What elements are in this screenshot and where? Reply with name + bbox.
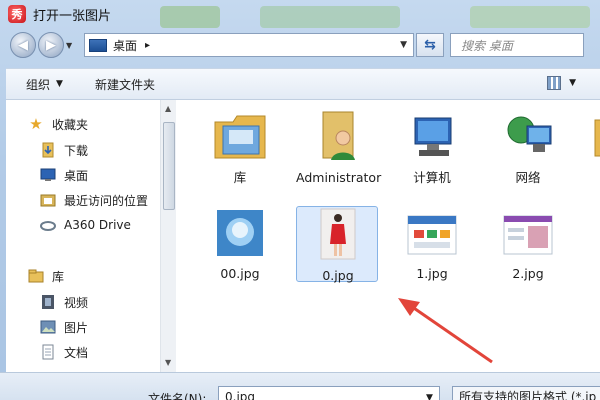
forward-button[interactable]: ▶ <box>38 32 64 58</box>
image-thumb-icon <box>320 208 356 260</box>
video-icon <box>40 294 56 310</box>
scroll-down-icon[interactable]: ▼ <box>165 358 171 367</box>
sidebar-item-label: 最近访问的位置 <box>64 193 149 208</box>
navigation-scrollbar[interactable]: ▲ ▼ <box>160 100 176 372</box>
sidebar-item-videos[interactable]: 视频 <box>40 292 88 312</box>
scroll-up-icon[interactable]: ▲ <box>165 104 171 113</box>
sidebar-item-label: 文档 <box>64 345 89 360</box>
navigation-pane: ★ 收藏夹 下载 桌面 最近访问的位置 A360 Drive 库 视频 图片 文… <box>6 100 174 372</box>
file-item-0jpg[interactable]: 0.jpg <box>296 208 380 284</box>
download-folder-icon <box>40 142 56 158</box>
file-item-label: 计算机 <box>413 170 451 185</box>
chevron-down-icon[interactable]: ▼ <box>426 393 433 400</box>
desktop-icon <box>89 38 107 52</box>
file-item-1jpg[interactable]: 1.jpg <box>390 212 474 282</box>
cloud-drive-icon <box>40 217 56 233</box>
image-thumb-icon <box>407 215 457 255</box>
sidebar-item-label: 收藏夹 <box>52 117 89 132</box>
file-list: 库 Administrator 计算机 网络 00.jpg 0.jpg 1.jp… <box>176 100 600 372</box>
user-folder-icon <box>322 111 355 160</box>
file-item-label: 库 <box>233 170 247 185</box>
navigation-row: ◀ ▶ ▼ 桌面 ▸ ▼ ⇆ 搜索 桌面 <box>0 28 600 62</box>
recent-pages-dropdown[interactable]: ▼ <box>66 41 76 50</box>
library-icon <box>28 268 44 284</box>
address-separator[interactable]: ▸ <box>145 40 150 51</box>
background-blur <box>260 6 400 28</box>
file-item-label: 00.jpg <box>220 266 260 281</box>
pictures-icon <box>40 319 56 335</box>
computer-icon <box>414 117 452 156</box>
chevron-down-icon: ▼ <box>56 79 63 89</box>
dialog-window: 秀 打开一张图片 ◀ ▶ ▼ 桌面 ▸ ▼ ⇆ 搜索 桌面 组织 ▼ 新建文件夹… <box>0 0 600 400</box>
filename-label: 文件名(N): <box>148 392 207 400</box>
filename-bar: 文件名(N): 0.jpg ▼ 所有支持的图片格式 (*.jp <box>0 372 600 400</box>
background-blur <box>160 6 220 28</box>
sidebar-item-library[interactable]: 库 <box>28 266 64 286</box>
change-view-button[interactable]: ▼ <box>547 76 576 90</box>
sidebar-item-label: 视频 <box>64 295 89 310</box>
organize-button[interactable]: 组织 ▼ <box>26 76 63 93</box>
scroll-thumb[interactable] <box>163 122 175 210</box>
folder-icon <box>594 119 600 157</box>
sidebar-item-a360[interactable]: A360 Drive <box>40 215 131 235</box>
file-item-label: 网络 <box>515 170 541 185</box>
sidebar-item-favorites[interactable]: ★ 收藏夹 <box>28 114 88 134</box>
star-icon: ★ <box>29 115 43 133</box>
window-title: 打开一张图片 <box>33 8 112 24</box>
search-input[interactable]: 搜索 桌面 <box>450 33 584 57</box>
sidebar-item-label: 库 <box>52 269 65 284</box>
file-item-new[interactable]: 新 <box>578 110 600 186</box>
file-item-computer[interactable]: 计算机 <box>390 110 474 186</box>
file-item-label: 2.jpg <box>512 266 544 281</box>
network-icon <box>507 116 552 152</box>
sidebar-item-label: A360 Drive <box>64 218 131 232</box>
file-item-administrator[interactable]: Administrator <box>296 110 382 186</box>
new-folder-label: 新建文件夹 <box>94 77 155 92</box>
sidebar-item-label: 下载 <box>64 143 89 158</box>
organize-label: 组织 <box>26 77 51 92</box>
sidebar-item-pictures[interactable]: 图片 <box>40 317 88 337</box>
annotation-arrow-icon <box>398 298 493 364</box>
file-item-network[interactable]: 网络 <box>486 110 570 186</box>
file-item-2jpg[interactable]: 2.jpg <box>486 212 570 282</box>
address-location[interactable]: 桌面 <box>113 37 137 54</box>
address-dropdown-icon[interactable]: ▼ <box>400 40 407 50</box>
image-thumb-icon <box>503 215 553 255</box>
file-type-select[interactable]: 所有支持的图片格式 (*.jp <box>452 386 600 400</box>
file-item-label: 新 <box>578 169 600 186</box>
sidebar-item-desktop[interactable]: 桌面 <box>40 165 88 185</box>
sidebar-item-documents[interactable]: 文档 <box>40 342 88 362</box>
background-blur <box>470 6 590 28</box>
document-icon <box>40 344 56 360</box>
back-button[interactable]: ◀ <box>10 32 36 58</box>
image-thumb-icon <box>217 210 263 256</box>
refresh-button[interactable]: ⇆ <box>416 33 444 57</box>
library-folder-icon <box>214 115 266 159</box>
file-item-library[interactable]: 库 <box>198 110 282 186</box>
recent-places-icon <box>40 192 56 208</box>
app-icon: 秀 <box>8 5 26 23</box>
new-folder-button[interactable]: 新建文件夹 <box>95 76 155 93</box>
chevron-down-icon: ▼ <box>569 78 576 88</box>
file-item-label: 1.jpg <box>416 266 448 281</box>
view-icon <box>547 76 562 90</box>
sidebar-item-downloads[interactable]: 下载 <box>40 140 88 160</box>
filename-input[interactable]: 0.jpg <box>218 386 440 400</box>
file-item-label: Administrator <box>296 170 382 185</box>
sidebar-item-label: 桌面 <box>64 168 89 183</box>
file-item-label: 0.jpg <box>322 268 354 283</box>
file-item-00jpg[interactable]: 00.jpg <box>198 208 282 282</box>
sidebar-item-recent[interactable]: 最近访问的位置 <box>40 190 148 210</box>
sidebar-item-label: 图片 <box>64 320 89 335</box>
address-bar[interactable]: 桌面 ▸ ▼ <box>84 33 414 57</box>
command-toolbar: 组织 ▼ 新建文件夹 ▼ <box>6 68 600 100</box>
desktop-icon <box>40 167 56 183</box>
